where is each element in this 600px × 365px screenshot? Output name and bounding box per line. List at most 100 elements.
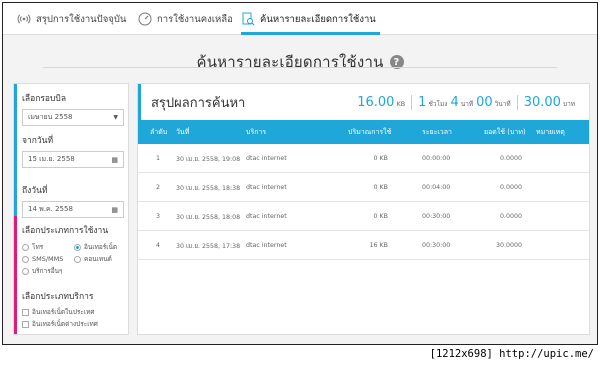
cell-amount: 30.0000 xyxy=(495,242,522,249)
tab-remaining-usage[interactable]: การใช้งานคงเหลือ xyxy=(138,3,233,35)
tab-label: สรุปการใช้งานปัจจุบัน xyxy=(36,13,127,25)
tab-label: การใช้งานคงเหลือ xyxy=(157,13,233,25)
app-window: สรุปการใช้งานปัจจุบัน การใช้งานคงเหลือ ค… xyxy=(2,2,598,345)
cost-unit: บาท xyxy=(562,99,575,108)
group-accent xyxy=(14,176,17,216)
column-header-note: หมายเหตุ xyxy=(536,127,565,136)
minutes-unit: นาที xyxy=(460,99,474,108)
cell-service: dtac internet xyxy=(246,213,287,220)
summary-stats: 16.00 KB 1 ชั่วโมง 4 นาที 00 วินาที 30.0… xyxy=(351,84,581,120)
cost-value: 30.00 xyxy=(523,94,561,110)
watermark-bar: [1212x698] http://upic.me/ xyxy=(0,347,600,365)
table-row: 4 30 เม.ย. 2558, 17:38 dtac internet 16 … xyxy=(138,231,589,260)
summary-bar: สรุปผลการค้นหา 16.00 KB 1 ชั่วโมง 4 นาที… xyxy=(138,84,589,120)
billing-period-group: เลือกรอบบิล เมษายน 2558 ▼ จากวันที่ 15 เ… xyxy=(14,84,130,176)
cell-amount: 0.0000 xyxy=(499,184,522,191)
checkbox-label: อินเทอร์เน็ตในประเทศ xyxy=(32,308,95,316)
column-header-date: วันที่ xyxy=(176,127,190,136)
calendar-icon[interactable]: ▦ xyxy=(111,156,118,164)
hours-value: 1 xyxy=(418,94,427,110)
table-row: 2 30 เม.ย. 2558, 18:38 dtac internet 0 K… xyxy=(138,173,589,202)
radio-content[interactable]: คอนเทนต์ xyxy=(74,253,126,265)
cell-date: 30 เม.ย. 2558, 19:08 xyxy=(176,155,241,163)
tab-search-usage-detail[interactable]: ค้นหารายละเอียดการใช้งาน xyxy=(241,3,380,35)
column-header-volume: ปริมาณการใช้ xyxy=(348,127,392,136)
cell-duration: 00:04:00 xyxy=(422,184,451,191)
cell-volume: 0 KB xyxy=(373,155,388,162)
cell-no: 2 xyxy=(156,184,161,191)
usage-type-group: เลือกประเภทการใช้งาน โทร อินเทอร์เน็ต SM… xyxy=(14,216,130,282)
cell-volume: 16 KB xyxy=(369,242,388,249)
radio-button[interactable] xyxy=(22,267,29,275)
cell-amount: 0.0000 xyxy=(499,155,522,162)
radio-button-selected[interactable] xyxy=(74,243,81,251)
cell-volume: 0 KB xyxy=(373,213,388,220)
total-duration: 1 ชั่วโมง 4 นาที 00 วินาที xyxy=(411,94,517,110)
to-date-value: 14 พ.ค. 2558 xyxy=(28,205,73,213)
gauge-icon xyxy=(138,12,152,26)
tab-current-summary[interactable]: สรุปการใช้งานปัจจุบัน xyxy=(17,3,126,35)
to-date-label: ถึงวันที่ xyxy=(22,186,48,196)
seconds-unit: วินาที xyxy=(494,99,511,108)
cell-volume: 0 KB xyxy=(373,184,388,191)
usage-type-label: เลือกประเภทการใช้งาน xyxy=(22,226,109,236)
title-divider xyxy=(43,67,557,68)
radio-other-services[interactable]: บริการอื่นๆ xyxy=(22,265,74,277)
radio-sms-mms[interactable]: SMS/MMS xyxy=(22,253,74,265)
group-accent xyxy=(14,216,17,282)
total-cost: 30.00 บาท xyxy=(516,94,581,110)
column-header-no: ลำดับ xyxy=(150,127,168,136)
cell-service: dtac internet xyxy=(246,184,287,191)
cell-no: 1 xyxy=(156,155,161,162)
radio-label: บริการอื่นๆ xyxy=(32,267,63,275)
seconds-value: 00 xyxy=(476,94,493,110)
checkbox[interactable] xyxy=(22,308,29,316)
document-search-icon xyxy=(241,12,255,26)
radio-button[interactable] xyxy=(22,255,29,263)
service-type-group: เลือกประเภทบริการ อินเทอร์เน็ตในประเทศ อ… xyxy=(14,282,130,334)
checkbox[interactable] xyxy=(22,320,29,328)
checkbox-label: อินเทอร์เน็ตต่างประเทศ xyxy=(32,320,98,328)
watermark-text: [1212x698] http://upic.me/ xyxy=(429,348,594,360)
column-header-amount: ยอดใช้ (บาท) xyxy=(484,127,526,136)
summary-title: สรุปผลการค้นหา xyxy=(151,95,246,111)
radio-label: SMS/MMS xyxy=(32,255,64,263)
cell-service: dtac internet xyxy=(246,155,287,162)
radio-label: คอนเทนต์ xyxy=(84,255,112,263)
cell-amount: 0.0000 xyxy=(499,213,522,220)
checkbox-international-internet[interactable]: อินเทอร์เน็ตต่างประเทศ xyxy=(22,318,130,330)
column-header-duration: ระยะเวลา xyxy=(422,127,452,136)
radio-label: อินเทอร์เน็ต xyxy=(84,243,118,251)
page-header: ค้นหารายละเอียดการใช้งาน ? xyxy=(3,36,597,84)
radio-button[interactable] xyxy=(74,255,81,263)
hours-unit: ชั่วโมง xyxy=(428,99,448,108)
dropdown-arrow-icon: ▼ xyxy=(113,114,118,121)
table-row: 3 30 เม.ย. 2558, 18:08 dtac internet 0 K… xyxy=(138,202,589,231)
volume-unit: KB xyxy=(396,99,406,108)
radio-internet[interactable]: อินเทอร์เน็ต xyxy=(74,241,126,253)
checkbox-domestic-internet[interactable]: อินเทอร์เน็ตในประเทศ xyxy=(22,306,130,318)
billing-period-select[interactable]: เมษายน 2558 ▼ xyxy=(22,109,124,126)
cell-duration: 00:30:00 xyxy=(422,242,451,249)
cell-date: 30 เม.ย. 2558, 17:38 xyxy=(176,242,241,250)
tab-label: ค้นหารายละเอียดการใช้งาน xyxy=(260,13,376,25)
to-date-group: ถึงวันที่ 14 พ.ค. 2558 ▦ xyxy=(14,176,130,218)
radio-label: โทร xyxy=(32,243,44,251)
radio-call[interactable]: โทร xyxy=(22,241,74,253)
filter-panel: เลือกรอบบิล เมษายน 2558 ▼ จากวันที่ 15 เ… xyxy=(13,83,129,335)
cell-no: 4 xyxy=(156,242,161,249)
active-tab-indicator xyxy=(241,32,380,35)
table-header: ลำดับ วันที่ บริการ ปริมาณการใช้ ระยะเวล… xyxy=(138,120,589,144)
table-row: 1 30 เม.ย. 2558, 19:08 dtac internet 0 K… xyxy=(138,144,589,173)
group-accent xyxy=(14,282,17,334)
total-volume: 16.00 KB xyxy=(351,95,411,110)
minutes-value: 4 xyxy=(450,94,459,110)
radio-button[interactable] xyxy=(22,243,29,251)
from-date-input[interactable]: 15 เม.ย. 2558 ▦ xyxy=(22,151,124,168)
volume-value: 16.00 xyxy=(357,94,395,110)
cell-no: 3 xyxy=(156,213,161,220)
calendar-icon[interactable]: ▦ xyxy=(111,206,118,214)
service-type-label: เลือกประเภทบริการ xyxy=(22,292,94,302)
from-date-label: จากวันที่ xyxy=(22,136,54,146)
cell-date: 30 เม.ย. 2558, 18:08 xyxy=(176,213,241,221)
